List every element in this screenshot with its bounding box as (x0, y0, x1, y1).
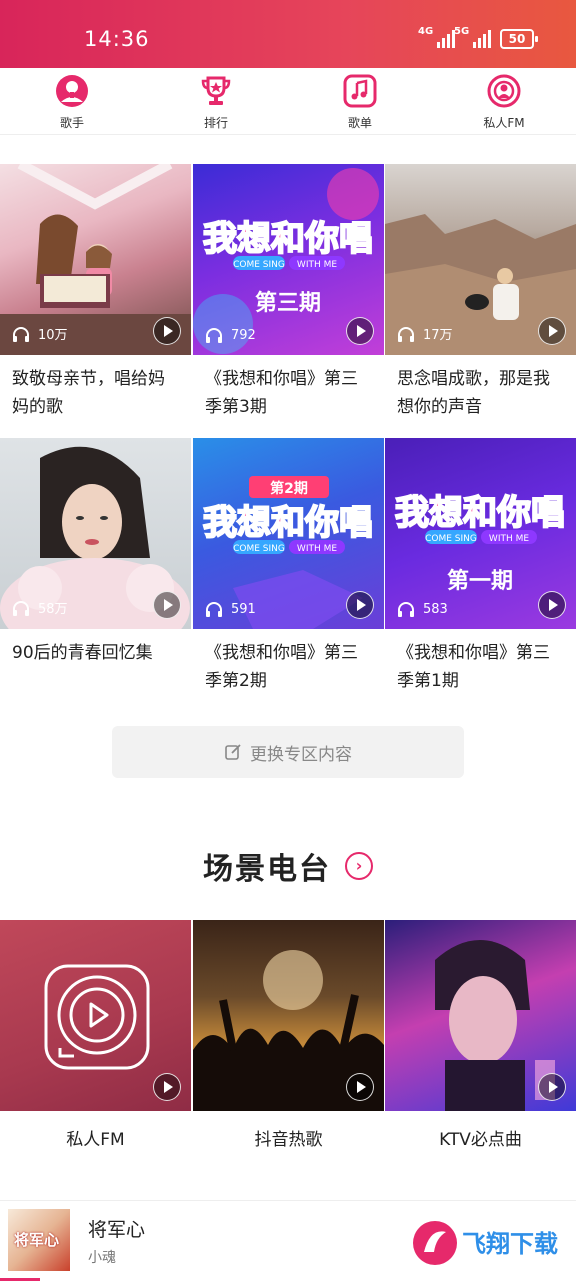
scene-cover (0, 920, 191, 1111)
play-button[interactable] (538, 317, 566, 345)
playlist-card[interactable]: 第2期 我想和你唱 COME SING WITH ME 591 《我想和你唱》第… (193, 438, 384, 695)
refresh-label: 更换专区内容 (250, 744, 352, 765)
play-count: 583 (397, 601, 448, 617)
play-button[interactable] (346, 317, 374, 345)
section-title: 场景电台 (203, 852, 331, 887)
playlist-title: 致敬母亲节，唱给妈妈的歌 (12, 369, 165, 417)
artist-name: 小魂 (88, 1250, 116, 1266)
playlist-title: 《我想和你唱》第三季第1期 (397, 643, 550, 691)
playlist-cover: 我想和你唱 COME SING WITH ME 第一期 583 (385, 438, 576, 629)
playlist-card[interactable]: 我想和你唱 COME SING WITH ME 第三期 792 《我想和你唱》第… (193, 164, 384, 421)
playlist-cover: 我想和你唱 COME SING WITH ME 第三期 792 (193, 164, 384, 355)
play-count: 58万 (12, 598, 68, 617)
headphone-icon (398, 602, 414, 617)
play-button[interactable] (538, 591, 566, 619)
play-count: 17万 (397, 324, 453, 343)
clock: 14:36 (84, 27, 150, 51)
album-cover: 将军心 (8, 1209, 70, 1271)
show-logo-sub1: COME SING (233, 260, 285, 270)
playlist-cover: 17万 (385, 164, 576, 355)
status-bar: 14:36 4G 5G 50 (0, 0, 576, 68)
nav-label: 排行 (203, 116, 228, 130)
cover-episode-text: 第三期 (255, 290, 321, 316)
nav-label: 歌单 (347, 116, 372, 130)
playlist-card[interactable]: 17万 思念唱成歌，那是我想你的声音 (385, 164, 576, 421)
scene-cover (193, 920, 384, 1111)
nav-fm[interactable]: 私人FM (464, 74, 544, 131)
show-logo-sub2: WITH ME (297, 260, 337, 270)
play-button[interactable] (153, 591, 181, 619)
headphone-icon (13, 326, 29, 342)
playlist-cover: 10万 (0, 164, 191, 355)
show-logo-sub1: COME SING (233, 544, 285, 554)
playlist-card[interactable]: 我想和你唱 COME SING WITH ME 第一期 583 《我想和你唱》第… (385, 438, 576, 695)
scene-title: 私人FM (66, 1130, 125, 1150)
playlist-title: 《我想和你唱》第三季第2期 (205, 643, 358, 691)
watermark-logo: 飞翔下载 (413, 1221, 558, 1265)
headphone-icon (398, 326, 414, 342)
playlist-title: 90后的青春回忆集 (12, 643, 153, 663)
play-count: 792 (205, 327, 256, 343)
nav-singer[interactable]: 歌手 (32, 74, 112, 131)
headphone-icon (13, 600, 29, 616)
playlist-card[interactable]: 58万 90后的青春回忆集 (0, 438, 191, 667)
show-logo-sub2: WITH ME (297, 544, 337, 554)
play-count: 10万 (12, 324, 68, 343)
show-logo-text: 我想和你唱 (203, 503, 373, 543)
cell-signal-1-icon: 4G (418, 26, 456, 48)
show-logo-text: 我想和你唱 (395, 493, 565, 533)
chevron-right-icon: › (345, 852, 373, 880)
playlist-cover: 第2期 我想和你唱 COME SING WITH ME 591 (193, 438, 384, 629)
refresh-content-button[interactable]: 更换专区内容 (112, 726, 464, 778)
song-title: 将军心 (88, 1219, 146, 1241)
cover-title: 将军心 (14, 1231, 60, 1249)
playlist-title: 思念唱成歌，那是我想你的声音 (397, 369, 550, 417)
playlist-card[interactable]: 10万 致敬母亲节，唱给妈妈的歌 (0, 164, 191, 421)
music-note-icon (343, 74, 377, 108)
nav-playlist[interactable]: 歌单 (320, 74, 400, 131)
cover-episode-text: 第2期 (270, 480, 308, 497)
top-nav: 歌手 排行 歌单 私人FM (0, 68, 576, 135)
play-button[interactable] (346, 1073, 374, 1101)
battery-indicator: 50 (500, 29, 538, 49)
cover-episode-text: 第一期 (447, 568, 513, 594)
radio-icon (487, 74, 521, 108)
scene-radio-header[interactable]: 场景电台 › (0, 844, 576, 888)
headphone-icon (206, 602, 222, 617)
playlist-cover: 58万 (0, 438, 191, 629)
scene-cover (385, 920, 576, 1111)
play-button[interactable] (153, 1073, 181, 1101)
nav-label: 歌手 (59, 116, 84, 130)
singer-icon (56, 75, 88, 107)
show-logo-text: 我想和你唱 (203, 219, 373, 259)
trophy-icon (201, 76, 231, 105)
show-logo-sub2: WITH ME (489, 534, 529, 544)
scene-title: KTV必点曲 (439, 1130, 522, 1150)
scene-card[interactable]: KTV必点曲 (385, 920, 576, 1150)
play-button[interactable] (153, 317, 181, 345)
play-button[interactable] (538, 1073, 566, 1101)
scene-card[interactable]: 私人FM (0, 920, 191, 1150)
show-logo-sub1: COME SING (425, 534, 477, 544)
play-count: 591 (205, 601, 256, 617)
headphone-icon (206, 328, 222, 343)
play-button[interactable] (346, 591, 374, 619)
cell-signal-2-icon: 5G (454, 26, 492, 48)
nav-ranking[interactable]: 排行 (176, 74, 256, 131)
scene-card[interactable]: 抖音热歌 (193, 920, 384, 1150)
edit-icon (225, 744, 241, 760)
nav-label: 私人FM (483, 116, 525, 130)
scene-title: 抖音热歌 (254, 1130, 323, 1150)
playlist-title: 《我想和你唱》第三季第3期 (205, 369, 358, 417)
watermark-text: 飞翔下载 (462, 1230, 558, 1258)
